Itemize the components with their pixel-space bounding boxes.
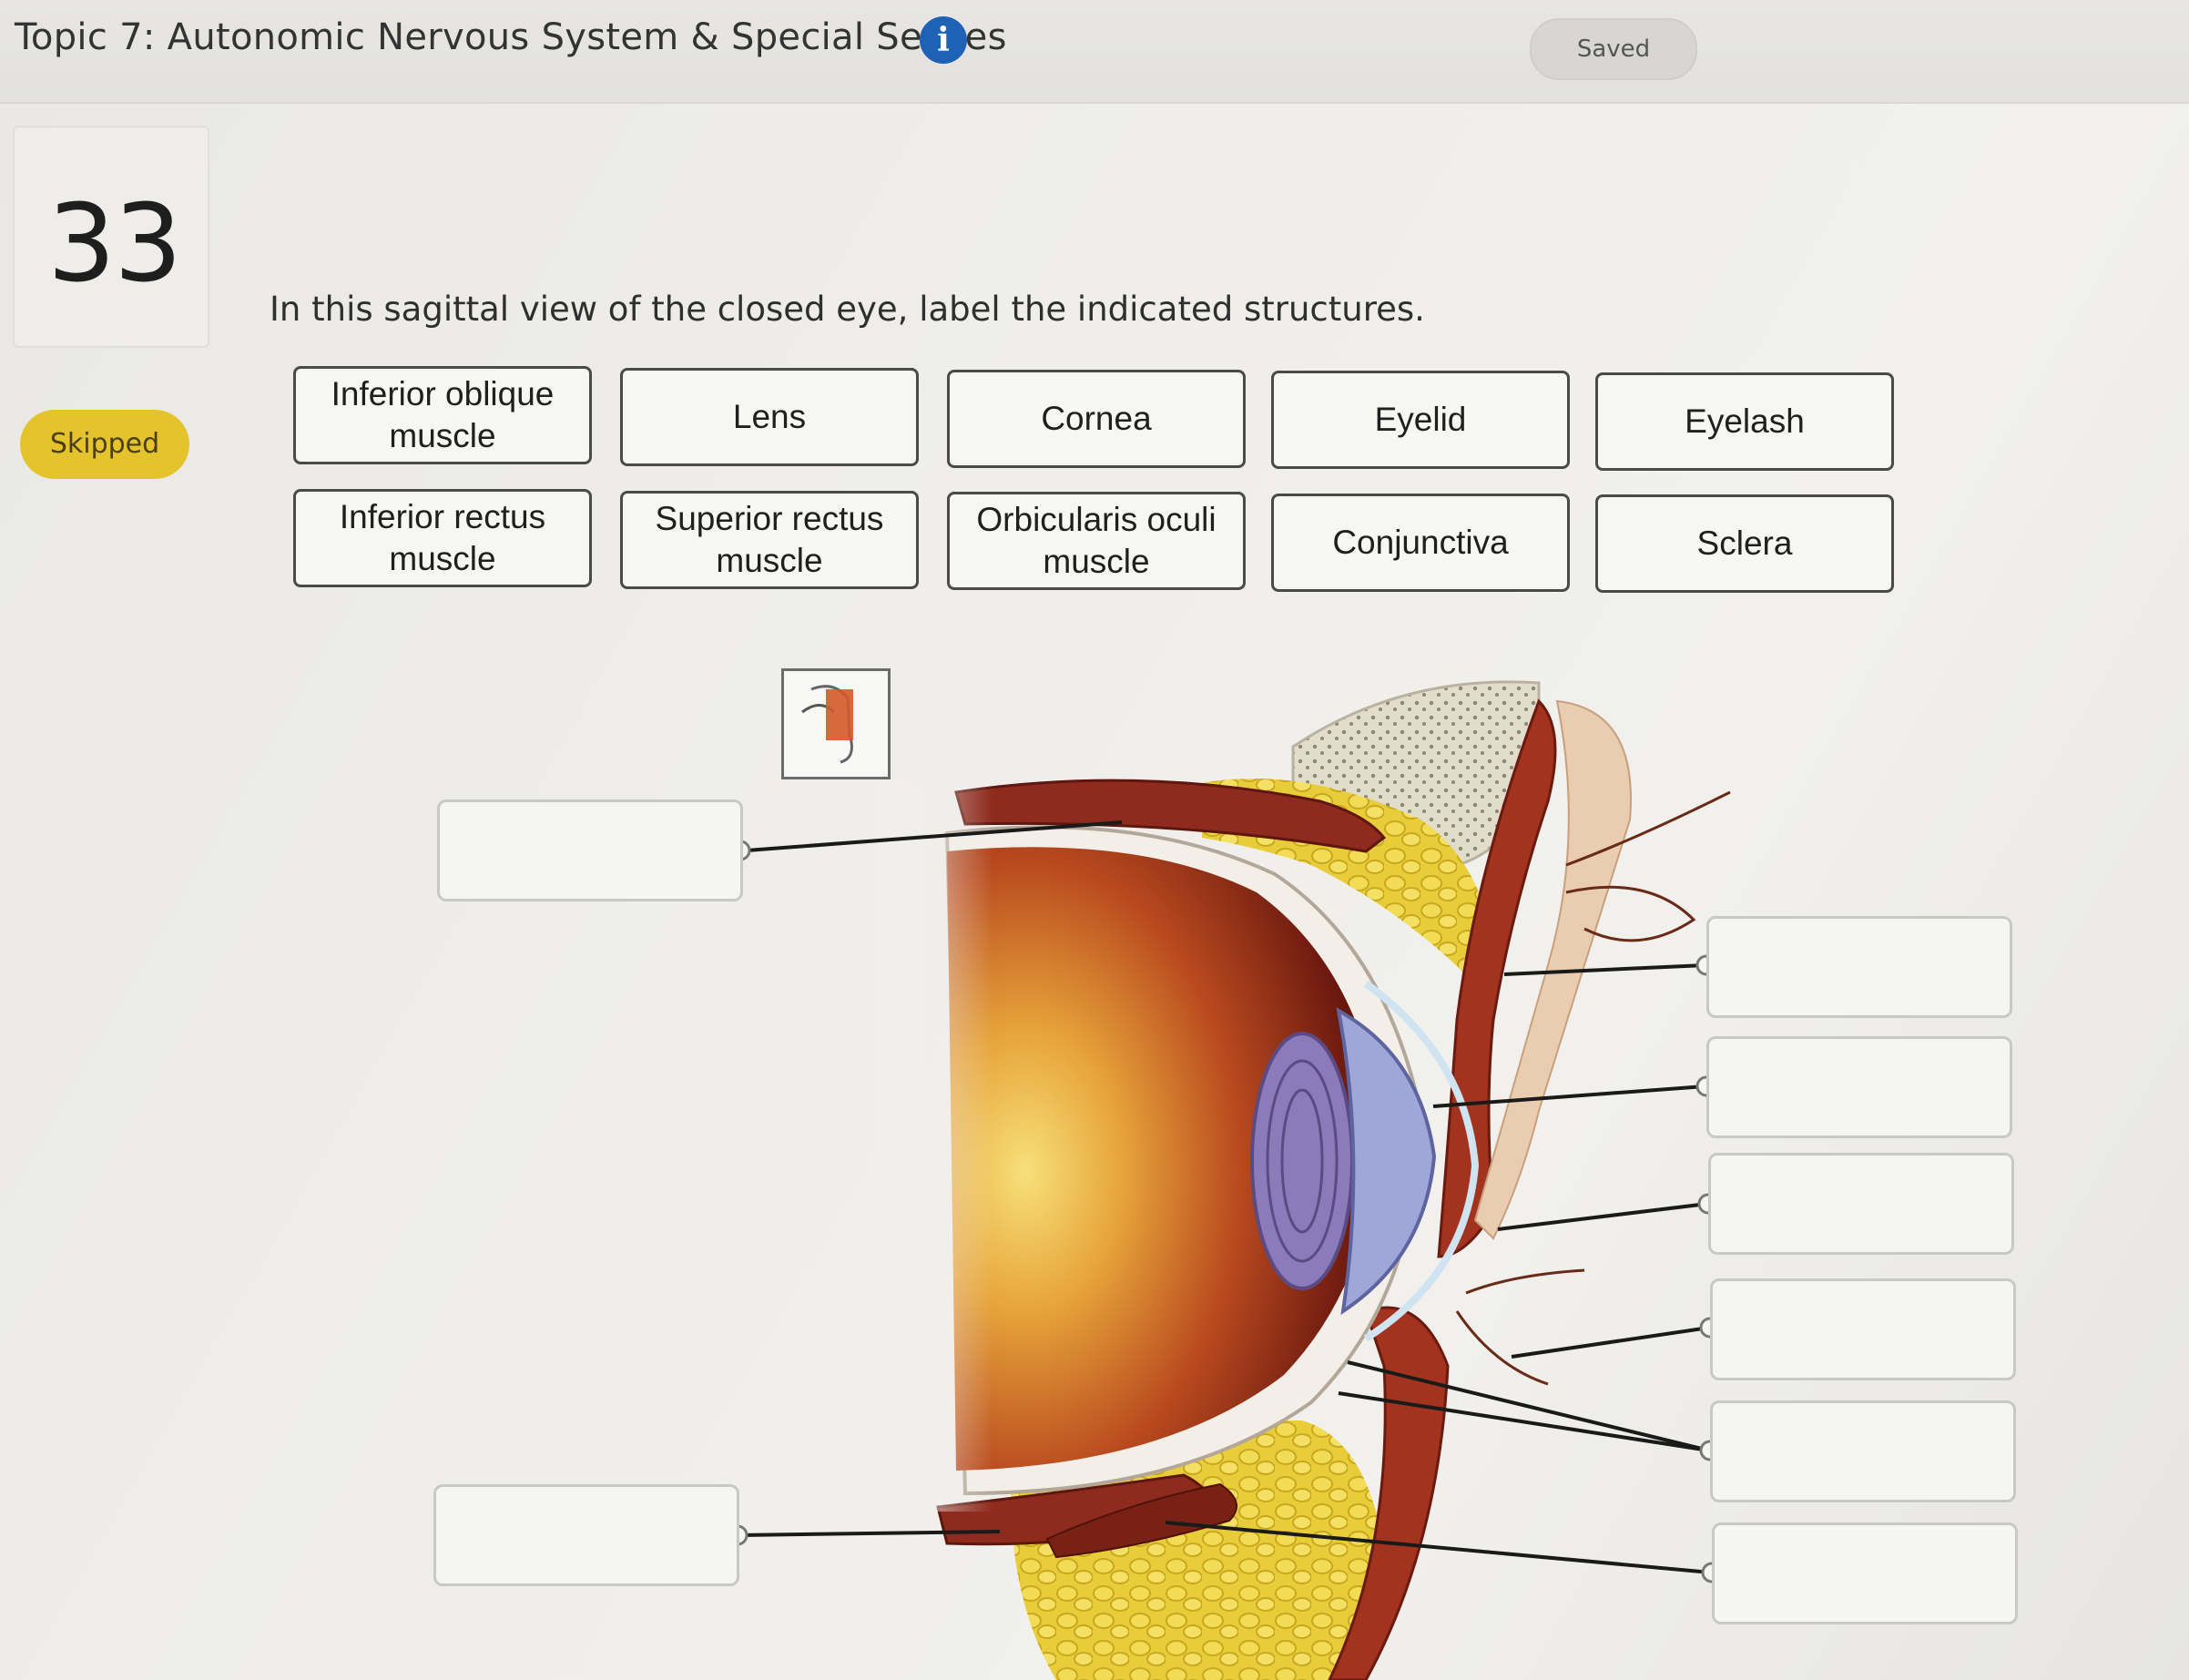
term-label: Eyelash (1685, 402, 1805, 440)
term-label: Inferior oblique muscle (331, 375, 555, 454)
saved-status-badge: Saved (1530, 18, 1697, 80)
top-bar: Topic 7: Autonomic Nervous System & Spec… (0, 0, 2189, 104)
term-sclera[interactable]: Sclera (1595, 494, 1894, 593)
drop-target-right-2[interactable] (1706, 1036, 2012, 1138)
info-icon[interactable]: i (920, 16, 967, 64)
term-orbicularis-oculi-muscle[interactable]: Orbicularis oculi muscle (947, 492, 1246, 590)
drop-target-left-1[interactable] (437, 799, 743, 901)
term-eyelash[interactable]: Eyelash (1595, 372, 1894, 471)
drop-target-left-2[interactable] (433, 1484, 739, 1586)
term-label: Cornea (1041, 400, 1152, 437)
drop-target-right-1[interactable] (1706, 916, 2012, 1018)
term-lens[interactable]: Lens (620, 368, 919, 466)
question-prompt: In this sagittal view of the closed eye,… (270, 290, 1425, 329)
term-label: Eyelid (1374, 401, 1467, 438)
term-inferior-rectus-muscle[interactable]: Inferior rectus muscle (293, 489, 592, 587)
skipped-badge: Skipped (20, 410, 189, 479)
drop-target-right-5[interactable] (1710, 1400, 2016, 1502)
face-locator-thumbnail (781, 668, 891, 779)
term-cornea[interactable]: Cornea (947, 370, 1246, 468)
term-label: Inferior rectus muscle (339, 498, 546, 577)
drop-target-right-4[interactable] (1710, 1278, 2016, 1380)
term-label: Conjunctiva (1332, 524, 1509, 561)
term-label: Superior rectus muscle (655, 500, 884, 579)
term-eyelid[interactable]: Eyelid (1271, 371, 1570, 469)
term-label: Lens (732, 398, 807, 435)
term-conjunctiva[interactable]: Conjunctiva (1271, 494, 1570, 592)
drop-target-right-3[interactable] (1708, 1153, 2014, 1255)
term-label: Orbicularis oculi muscle (976, 501, 1217, 580)
term-label: Sclera (1696, 524, 1793, 562)
topic-title: Topic 7: Autonomic Nervous System & Spec… (15, 16, 1007, 58)
question-number: 33 (47, 180, 182, 306)
term-superior-rectus-muscle[interactable]: Superior rectus muscle (620, 491, 919, 589)
question-number-box: 33 (13, 126, 209, 348)
drop-target-right-6[interactable] (1712, 1522, 2018, 1624)
term-inferior-oblique-muscle[interactable]: Inferior oblique muscle (293, 366, 592, 464)
